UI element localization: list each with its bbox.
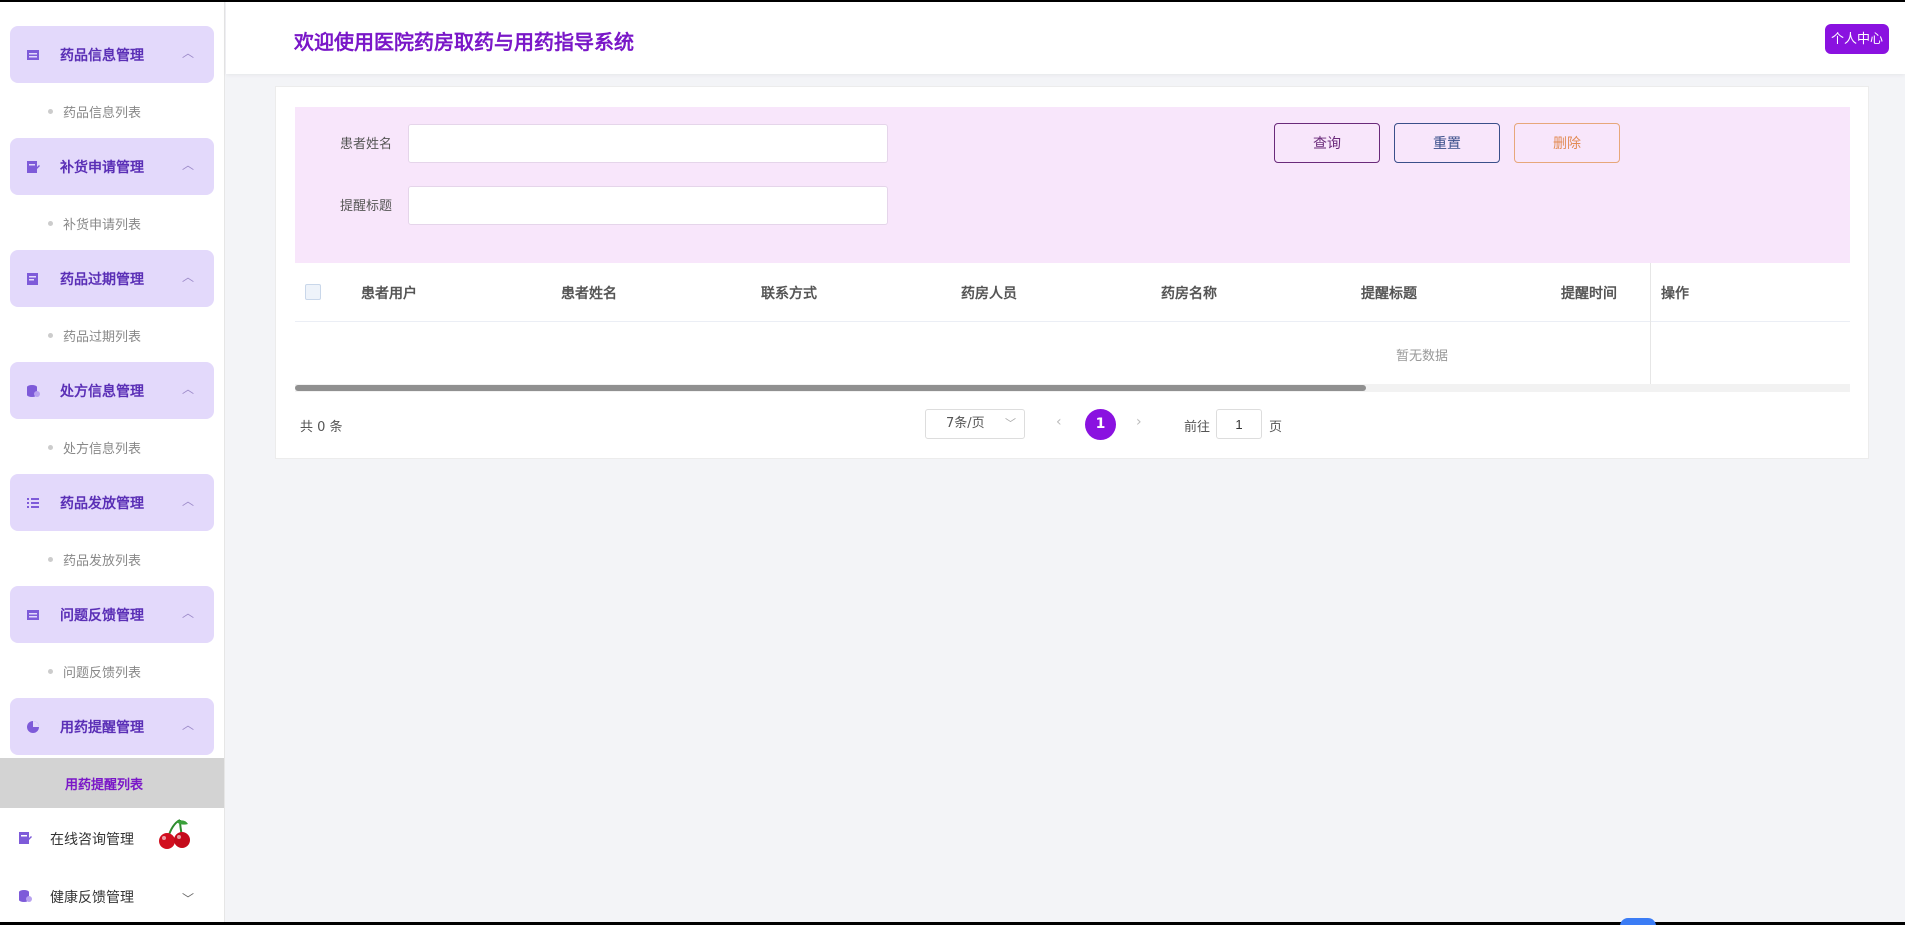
chevron-up-icon: ︿ bbox=[181, 718, 194, 732]
submenu-label: 用药提醒列表 bbox=[65, 777, 144, 793]
column-header[interactable]: 联系方式 bbox=[761, 283, 817, 303]
menu-group-label: 药品过期管理 bbox=[60, 271, 144, 288]
menu-group-label: 处方信息管理 bbox=[60, 383, 144, 400]
goto-page-input[interactable] bbox=[1216, 409, 1262, 439]
column-header[interactable]: 药房名称 bbox=[1161, 283, 1217, 303]
bullet-icon bbox=[48, 109, 53, 114]
menu-group-expiry[interactable]: 药品过期管理 ︿ bbox=[10, 250, 214, 307]
submenu-label: 药品发放列表 bbox=[63, 554, 142, 569]
floating-widget[interactable] bbox=[1620, 918, 1656, 925]
column-header[interactable]: 提醒标题 bbox=[1361, 283, 1417, 303]
edit-doc-icon bbox=[24, 158, 42, 176]
goto-label: 前往 bbox=[1184, 420, 1211, 435]
bullet-icon bbox=[48, 333, 53, 338]
search-panel: 患者姓名 提醒标题 查询 重置 删除 bbox=[295, 107, 1850, 263]
prev-page-icon[interactable]: ‹ bbox=[1056, 414, 1062, 430]
menu-group-label: 问题反馈管理 bbox=[60, 607, 144, 624]
menu-group-label: 药品信息管理 bbox=[60, 47, 144, 64]
submenu-label: 药品过期列表 bbox=[63, 330, 142, 345]
submenu-dispense-list[interactable]: 药品发放列表 bbox=[0, 532, 224, 587]
chevron-up-icon: ︿ bbox=[181, 382, 194, 396]
menu-group-label: 补货申请管理 bbox=[60, 159, 144, 176]
chevron-down-icon: ﹀ bbox=[1005, 417, 1016, 430]
submenu-label: 补货申请列表 bbox=[63, 218, 142, 233]
column-header[interactable]: 患者用户 bbox=[361, 283, 417, 303]
pie-icon bbox=[24, 718, 42, 736]
submenu-label: 问题反馈列表 bbox=[63, 666, 142, 681]
submenu-feedback-list[interactable]: 问题反馈列表 bbox=[0, 644, 224, 699]
user-center-button[interactable]: 个人中心 bbox=[1824, 24, 1889, 54]
list-box-icon bbox=[24, 606, 42, 624]
chevron-up-icon: ︿ bbox=[181, 158, 194, 172]
page-size-value: 7条/页 bbox=[946, 416, 985, 431]
page-size-select[interactable]: 7条/页 ﹀ bbox=[925, 409, 1025, 439]
query-button[interactable]: 查询 bbox=[1274, 123, 1380, 163]
table-header: 患者用户 患者姓名 联系方式 药房人员 药房名称 提醒标题 提醒时间 操作 bbox=[295, 263, 1850, 322]
bullet-icon bbox=[48, 669, 53, 674]
edit-doc-icon bbox=[18, 830, 32, 849]
menu-group-drug-info[interactable]: 药品信息管理 ︿ bbox=[10, 26, 214, 83]
menu-group-feedback[interactable]: 问题反馈管理 ︿ bbox=[10, 586, 214, 643]
doc-icon bbox=[24, 270, 42, 288]
page-suffix: 页 bbox=[1269, 420, 1283, 435]
reminder-title-label: 提醒标题 bbox=[340, 199, 393, 214]
sidebar: 药品信息管理 ︿ 药品信息列表 补货申请管理 ︿ 补货申请列表 药品过期管理 ︿… bbox=[0, 2, 225, 922]
chevron-down-icon: ﹀ bbox=[181, 892, 194, 906]
chevron-up-icon: ︿ bbox=[181, 46, 194, 60]
submenu-reminder-list[interactable]: 用药提醒列表 bbox=[0, 758, 224, 808]
submenu-restock-list[interactable]: 补货申请列表 bbox=[0, 196, 224, 251]
page-title: 欢迎使用医院药房取药与用药指导系统 bbox=[294, 30, 634, 54]
column-header[interactable]: 患者姓名 bbox=[561, 283, 617, 303]
menu-group-prescription[interactable]: 处方信息管理 ︿ bbox=[10, 362, 214, 419]
patient-name-label: 患者姓名 bbox=[340, 137, 393, 152]
page-number-active[interactable]: 1 bbox=[1085, 409, 1116, 440]
bullet-icon bbox=[48, 445, 53, 450]
chevron-up-icon: ︿ bbox=[181, 494, 194, 508]
menu-online-consult[interactable]: 在线咨询管理 bbox=[0, 810, 224, 868]
menu-group-label: 用药提醒管理 bbox=[60, 719, 144, 736]
submenu-label: 处方信息列表 bbox=[63, 442, 142, 457]
submenu-prescription-list[interactable]: 处方信息列表 bbox=[0, 420, 224, 475]
menu-group-dispense[interactable]: 药品发放管理 ︿ bbox=[10, 474, 214, 531]
menu-group-restock[interactable]: 补货申请管理 ︿ bbox=[10, 138, 214, 195]
menu-label: 健康反馈管理 bbox=[50, 890, 134, 906]
top-header: 欢迎使用医院药房取药与用药指导系统 个人中心 bbox=[226, 2, 1905, 74]
main-card: 患者姓名 提醒标题 查询 重置 删除 患者用户 患者姓名 联系方式 药房人员 药… bbox=[275, 86, 1869, 459]
column-header[interactable]: 药房人员 bbox=[961, 283, 1017, 303]
select-all-checkbox[interactable] bbox=[305, 284, 321, 300]
database-icon bbox=[24, 382, 42, 400]
patient-name-input[interactable] bbox=[408, 124, 888, 163]
submenu-label: 药品信息列表 bbox=[63, 106, 142, 121]
empty-text: 暂无数据 bbox=[1396, 349, 1449, 364]
bullet-icon bbox=[48, 221, 53, 226]
menu-label: 在线咨询管理 bbox=[50, 832, 134, 848]
menu-group-label: 药品发放管理 bbox=[60, 495, 144, 512]
bullet-icon bbox=[48, 557, 53, 562]
database-icon bbox=[18, 888, 32, 907]
reminder-title-input[interactable] bbox=[408, 186, 888, 225]
column-header[interactable]: 提醒时间 bbox=[1561, 283, 1617, 303]
list-icon bbox=[24, 494, 42, 512]
delete-button[interactable]: 删除 bbox=[1514, 123, 1620, 163]
chevron-up-icon: ︿ bbox=[181, 270, 194, 284]
reset-button[interactable]: 重置 bbox=[1394, 123, 1500, 163]
scrollbar-thumb[interactable] bbox=[295, 385, 1366, 391]
submenu-drug-info-list[interactable]: 药品信息列表 bbox=[0, 84, 224, 139]
next-page-icon[interactable]: › bbox=[1136, 414, 1142, 430]
list-box-icon bbox=[24, 46, 42, 64]
fixed-action-column bbox=[1650, 263, 1850, 389]
chevron-up-icon: ︿ bbox=[181, 606, 194, 620]
total-count: 共 0 条 bbox=[300, 420, 343, 435]
menu-group-reminder[interactable]: 用药提醒管理 ︿ bbox=[10, 698, 214, 755]
submenu-expiry-list[interactable]: 药品过期列表 bbox=[0, 308, 224, 363]
cherry-icon bbox=[156, 816, 192, 856]
menu-health-feedback[interactable]: 健康反馈管理 ﹀ bbox=[0, 868, 224, 922]
